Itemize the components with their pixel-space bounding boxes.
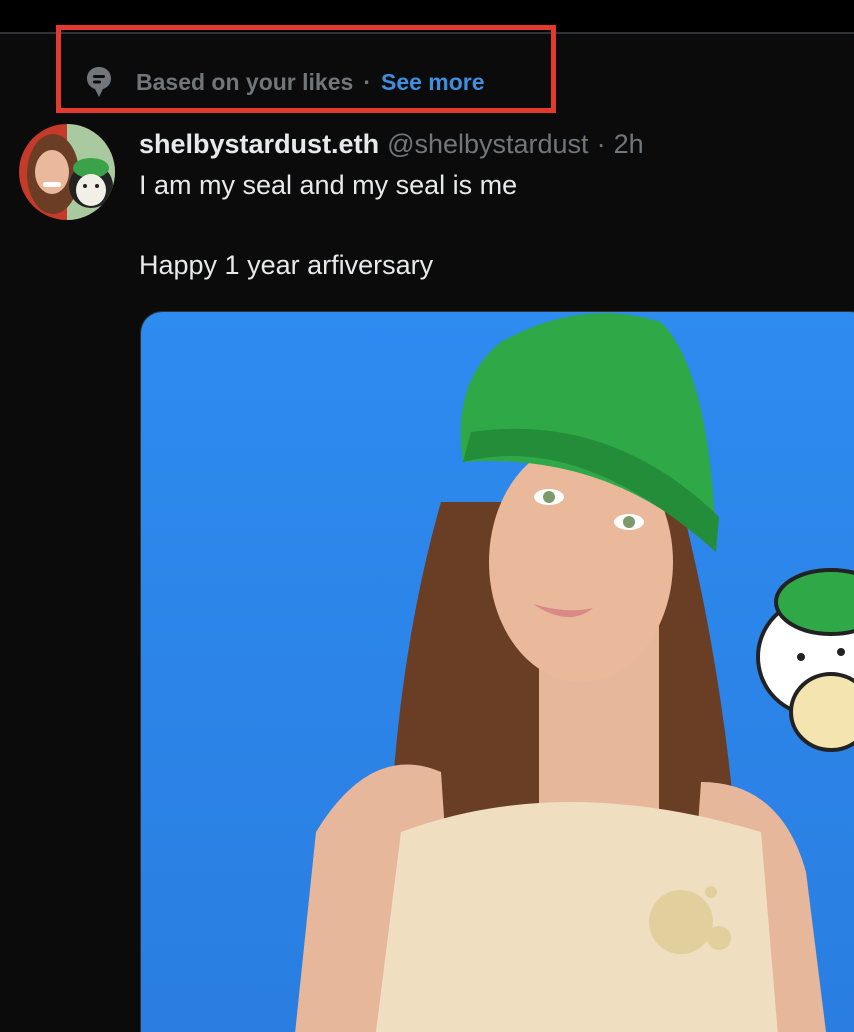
timeline: Based on your likes · See more shelbysta… [0, 0, 854, 1032]
display-name[interactable]: shelbystardust.eth [139, 129, 379, 160]
social-context: Based on your likes · See more [84, 64, 485, 100]
context-label: Based on your likes [136, 68, 354, 95]
context-separator: · [363, 68, 371, 95]
topic-icon [84, 65, 114, 99]
tweet-text-line: Happy 1 year arfiversary [139, 250, 434, 280]
timestamp[interactable]: 2h [614, 129, 644, 160]
handle[interactable]: @shelbystardust [387, 129, 589, 160]
tweet-header: shelbystardust.eth @shelbystardust · 2h [139, 124, 644, 164]
tweet-text-line: I am my seal and my seal is me [139, 170, 518, 200]
avatar[interactable] [19, 124, 115, 220]
see-more-link[interactable]: See more [381, 69, 485, 96]
header-separator: · [596, 128, 606, 159]
tweet-media-image[interactable] [140, 311, 854, 1032]
